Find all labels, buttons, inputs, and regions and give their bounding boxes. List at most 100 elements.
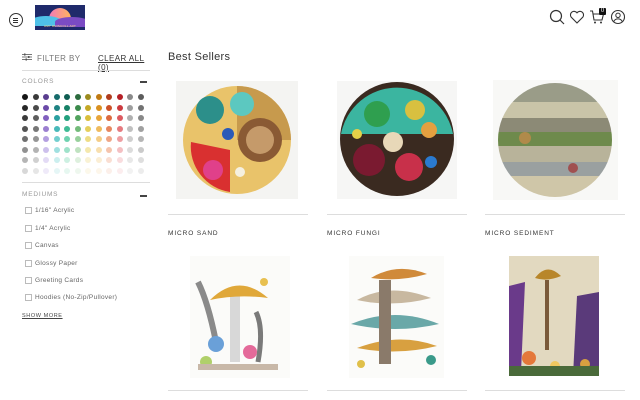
color-swatch[interactable] (43, 146, 49, 153)
color-swatch[interactable] (74, 157, 81, 163)
color-swatch[interactable] (22, 125, 28, 132)
color-swatch[interactable] (85, 136, 91, 142)
color-swatch[interactable] (53, 157, 60, 163)
color-swatch[interactable] (116, 157, 123, 163)
color-swatch[interactable] (43, 157, 49, 163)
color-swatch[interactable] (85, 115, 91, 121)
color-swatch[interactable] (22, 146, 28, 153)
color-swatch[interactable] (74, 136, 81, 142)
color-swatch[interactable] (137, 146, 144, 153)
color-swatch[interactable] (64, 125, 70, 132)
color-swatch[interactable] (137, 167, 144, 174)
product-image[interactable] (327, 252, 467, 380)
collapse-mediums-icon[interactable] (140, 195, 147, 197)
color-swatch[interactable] (137, 157, 144, 163)
color-swatch[interactable] (137, 115, 144, 121)
color-swatch[interactable] (74, 125, 81, 132)
color-swatch[interactable] (127, 157, 133, 163)
product-image[interactable] (485, 72, 625, 200)
color-swatch[interactable] (32, 125, 39, 132)
color-swatch[interactable] (116, 94, 123, 100)
checkbox[interactable] (25, 242, 32, 249)
color-swatch[interactable] (22, 94, 28, 100)
color-swatch[interactable] (116, 125, 123, 132)
color-swatch[interactable] (64, 167, 70, 174)
color-swatch[interactable] (106, 104, 112, 111)
color-swatch[interactable] (106, 94, 112, 100)
color-swatch[interactable] (95, 94, 102, 100)
color-swatch[interactable] (127, 146, 133, 153)
color-swatch[interactable] (32, 167, 39, 174)
color-swatch[interactable] (53, 146, 60, 153)
collapse-colors-icon[interactable] (140, 81, 147, 83)
checkbox[interactable] (25, 225, 32, 232)
color-swatch[interactable] (43, 136, 49, 142)
color-swatch[interactable] (32, 136, 39, 142)
search-icon[interactable] (549, 9, 565, 25)
color-swatch[interactable] (137, 136, 144, 142)
color-swatch[interactable] (22, 167, 28, 174)
color-swatch[interactable] (43, 167, 49, 174)
color-swatch[interactable] (106, 125, 112, 132)
color-swatch[interactable] (95, 136, 102, 142)
product-image[interactable] (327, 72, 467, 200)
color-swatch[interactable] (116, 115, 123, 121)
color-swatch[interactable] (95, 157, 102, 163)
color-swatch[interactable] (22, 157, 28, 163)
color-swatch[interactable] (43, 125, 49, 132)
color-swatch[interactable] (95, 146, 102, 153)
color-swatch[interactable] (85, 167, 91, 174)
color-swatch[interactable] (95, 167, 102, 174)
color-swatch[interactable] (116, 146, 123, 153)
color-swatch[interactable] (127, 136, 133, 142)
show-more-link[interactable]: SHOW MORE (22, 313, 63, 319)
cart-icon[interactable]: 0 (589, 8, 606, 25)
color-swatch[interactable] (85, 104, 91, 111)
checkbox[interactable] (25, 294, 32, 301)
color-swatch[interactable] (22, 115, 28, 121)
color-swatch[interactable] (85, 94, 91, 100)
color-swatch[interactable] (53, 125, 60, 132)
color-swatch[interactable] (137, 94, 144, 100)
color-swatch[interactable] (64, 104, 70, 111)
color-swatch[interactable] (64, 146, 70, 153)
color-swatch[interactable] (127, 94, 133, 100)
color-swatch[interactable] (116, 167, 123, 174)
color-swatch[interactable] (53, 115, 60, 121)
color-swatch[interactable] (53, 136, 60, 142)
color-swatch[interactable] (53, 94, 60, 100)
product-name[interactable]: MICRO SAND (168, 230, 219, 237)
color-swatch[interactable] (64, 115, 70, 121)
color-swatch[interactable] (64, 136, 70, 142)
color-swatch[interactable] (85, 146, 91, 153)
color-swatch[interactable] (106, 167, 112, 174)
color-swatch[interactable] (106, 115, 112, 121)
color-swatch[interactable] (32, 157, 39, 163)
color-swatch[interactable] (85, 125, 91, 132)
color-swatch[interactable] (74, 115, 81, 121)
color-swatch[interactable] (32, 115, 39, 121)
color-swatch[interactable] (74, 167, 81, 174)
color-swatch[interactable] (127, 115, 133, 121)
color-swatch[interactable] (127, 125, 133, 132)
color-swatch[interactable] (116, 136, 123, 142)
menu-icon[interactable] (9, 13, 23, 27)
logo[interactable]: AMY DRISCOLL ART (35, 5, 85, 30)
color-swatch[interactable] (74, 94, 81, 100)
product-name[interactable]: MICRO SEDIMENT (485, 230, 555, 237)
color-swatch[interactable] (43, 94, 49, 100)
color-swatch[interactable] (85, 157, 91, 163)
color-swatch[interactable] (64, 157, 70, 163)
color-swatch[interactable] (106, 157, 112, 163)
color-swatch[interactable] (32, 104, 39, 111)
color-swatch[interactable] (137, 104, 144, 111)
user-icon[interactable] (610, 9, 626, 25)
color-swatch[interactable] (74, 146, 81, 153)
product-image[interactable] (485, 252, 625, 380)
checkbox[interactable] (25, 277, 32, 284)
color-swatch[interactable] (64, 94, 70, 100)
color-swatch[interactable] (53, 104, 60, 111)
color-swatch[interactable] (95, 115, 102, 121)
product-image[interactable] (168, 252, 308, 380)
heart-icon[interactable] (569, 9, 585, 25)
